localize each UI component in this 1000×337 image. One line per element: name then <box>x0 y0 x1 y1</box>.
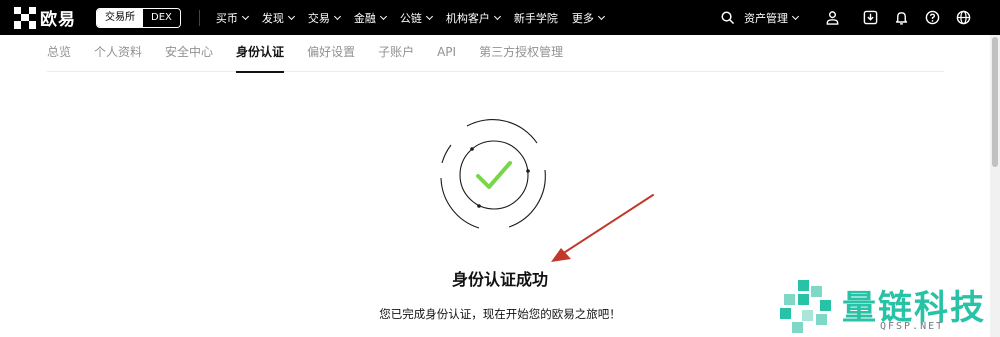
header-tools: 资产管理 <box>705 0 972 35</box>
chevron-down-icon <box>379 12 387 20</box>
nav-label: 更多 <box>571 11 594 25</box>
ring-dot <box>477 204 481 208</box>
inner-ring <box>459 140 529 210</box>
main-menu: 买币 发现 交易 金融 公链 机构客户 新手学院 更多 <box>216 10 618 26</box>
verification-success-graphic <box>440 119 546 229</box>
nav-label: 新手学院 <box>513 11 558 25</box>
nav-trade[interactable]: 交易 <box>307 10 341 26</box>
dex-toggle[interactable]: DEX <box>143 8 180 27</box>
user-icon[interactable] <box>823 9 841 27</box>
chevron-down-icon <box>241 12 249 20</box>
bell-icon[interactable] <box>892 9 910 27</box>
nav-label: 买币 <box>215 11 238 25</box>
brand-name: 欧易 <box>40 10 76 30</box>
tab-verification[interactable]: 身份认证 <box>236 35 285 73</box>
page-scrollbar-thumb[interactable] <box>992 37 998 167</box>
chevron-down-icon <box>333 12 341 20</box>
tab-security[interactable]: 安全中心 <box>165 35 213 72</box>
nav-label: 交易 <box>307 11 330 25</box>
globe-icon[interactable] <box>954 9 972 27</box>
nav-divider <box>198 9 200 26</box>
chevron-down-icon <box>425 12 433 20</box>
tab-preferences[interactable]: 偏好设置 <box>307 35 355 72</box>
nav-label: 机构客户 <box>445 11 490 25</box>
tab-api[interactable]: API <box>437 35 456 72</box>
tab-subaccounts[interactable]: 子账户 <box>378 35 414 72</box>
nav-institutional[interactable]: 机构客户 <box>445 10 501 26</box>
asset-label: 资产管理 <box>744 11 788 25</box>
watermark-logo-icon <box>780 280 831 333</box>
search-icon[interactable] <box>718 9 736 27</box>
watermark-domain: QFSP.NET <box>880 321 945 332</box>
nav-academy[interactable]: 新手学院 <box>514 10 558 26</box>
download-icon[interactable] <box>861 9 879 27</box>
chevron-down-icon <box>493 12 501 20</box>
outer-ring <box>440 119 546 229</box>
chevron-down-icon <box>597 12 605 20</box>
asset-management-menu[interactable]: 资产管理 <box>744 10 800 26</box>
help-icon[interactable] <box>923 9 941 27</box>
ring-dot <box>470 147 474 151</box>
checkmark-icon <box>476 161 512 189</box>
nav-label: 金融 <box>353 11 376 25</box>
annotation-arrow <box>551 194 654 262</box>
account-tabs: 总览 个人资料 安全中心 身份认证 偏好设置 子账户 API 第三方授权管理 <box>47 35 944 73</box>
chevron-down-icon <box>791 12 800 20</box>
top-nav-bar: 欧易 交易所 DEX 买币 发现 交易 金融 公链 机构客户 新手学院 更多 资… <box>0 0 1000 35</box>
tab-overview[interactable]: 总览 <box>47 35 71 72</box>
nav-finance[interactable]: 金融 <box>353 10 387 26</box>
nav-chain[interactable]: 公链 <box>399 10 433 26</box>
exchange-toggle[interactable]: 交易所 <box>97 8 143 27</box>
watermark: 量链科技 QFSP.NET <box>780 280 1000 337</box>
tab-profile[interactable]: 个人资料 <box>94 35 142 72</box>
nav-label: 公链 <box>399 11 422 25</box>
nav-discover[interactable]: 发现 <box>261 10 295 26</box>
tab-third-party-auth[interactable]: 第三方授权管理 <box>479 35 563 72</box>
nav-buy-crypto[interactable]: 买币 <box>215 10 249 26</box>
brand-logo[interactable]: 欧易 <box>14 5 76 30</box>
exchange-dex-switch: 交易所 DEX <box>96 7 181 28</box>
nav-more[interactable]: 更多 <box>571 10 605 26</box>
ring-dot <box>526 169 530 173</box>
okx-logo-icon <box>14 6 36 29</box>
nav-label: 发现 <box>261 11 284 25</box>
chevron-down-icon <box>287 12 295 20</box>
